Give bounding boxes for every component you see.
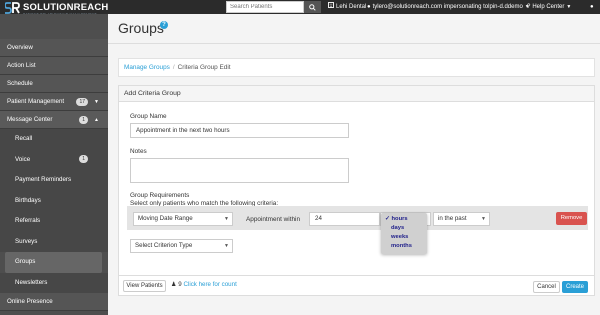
- office-name: Lehi Dental: [336, 4, 367, 10]
- unit-dropdown-menu: ✓ hours days weeks months: [381, 213, 427, 254]
- office-icon: [328, 0, 334, 14]
- sidebar-nav: Overview Action List Schedule Patient Ma…: [0, 39, 108, 311]
- help-icon[interactable]: ?: [160, 21, 168, 29]
- count-value: 9: [178, 281, 182, 288]
- view-patients-button[interactable]: View Patients: [123, 280, 166, 292]
- sidebar-item-patient-management[interactable]: Patient Management 17 ▼: [0, 93, 108, 111]
- group-name-field[interactable]: Appointment in the next two hours: [130, 123, 349, 138]
- sidebar-item-schedule[interactable]: Schedule: [0, 75, 108, 93]
- help-icon: ?: [527, 4, 531, 10]
- panel-title: Add Criteria Group: [119, 86, 594, 102]
- unit-option-months[interactable]: months: [385, 242, 423, 251]
- search-icon: [309, 3, 316, 11]
- remove-criterion-button[interactable]: Remove: [556, 212, 587, 225]
- user-email: tylero@solutionreach.com impersonating t…: [372, 4, 523, 10]
- patient-search-input[interactable]: [226, 1, 304, 13]
- count-badge: 1: [79, 154, 88, 163]
- sidebar-subitem-newsletters[interactable]: Newsletters: [0, 272, 108, 293]
- sidebar-item-action-list[interactable]: Action List: [0, 57, 108, 75]
- appointment-within-label: Appointment within: [246, 216, 300, 223]
- criterion-type-select[interactable]: Moving Date Range ▼: [133, 212, 233, 226]
- account-icon[interactable]: ●: [590, 0, 594, 14]
- chevron-down-icon: ▼: [481, 216, 486, 222]
- group-requirements-label: Group Requirements: [130, 192, 190, 199]
- chevron-down-icon: ▼: [224, 243, 229, 249]
- cancel-button[interactable]: Cancel: [533, 281, 560, 293]
- sidebar-subitem-surveys[interactable]: Surveys: [0, 231, 108, 252]
- header-divider: [108, 43, 600, 44]
- user-menu[interactable]: ● tylero@solutionreach.com impersonating …: [367, 0, 530, 14]
- unit-option-days[interactable]: days: [385, 224, 423, 233]
- sidebar-subitem-recall[interactable]: Recall: [0, 129, 108, 150]
- create-button[interactable]: Create: [562, 281, 588, 293]
- sidebar-item-online-presence[interactable]: Online Presence: [0, 293, 108, 311]
- help-center-menu[interactable]: ? Help Center ▼: [527, 0, 571, 14]
- chevron-down-icon: ▼: [94, 99, 99, 105]
- direction-select[interactable]: in the past ▼: [433, 212, 490, 226]
- chevron-down-icon: ▼: [224, 216, 229, 222]
- unit-option-hours[interactable]: ✓ hours: [385, 215, 423, 224]
- office-selector[interactable]: Lehi Dental: [328, 0, 366, 14]
- notes-textarea[interactable]: [130, 158, 349, 183]
- brand-name: SOLUTIONREACH: [23, 2, 109, 13]
- person-icon: ♟: [171, 281, 177, 288]
- count-badge: 17: [76, 98, 88, 106]
- breadcrumb-separator: /: [172, 64, 175, 71]
- checkmark-icon: ✓: [385, 216, 390, 222]
- sidebar-subitem-voice[interactable]: Voice 1: [0, 149, 108, 170]
- group-name-label: Group Name: [130, 113, 167, 120]
- amount-field[interactable]: 24: [309, 212, 380, 226]
- count-badge: 1: [79, 116, 88, 124]
- count-link[interactable]: Click here for count: [183, 281, 236, 288]
- notes-label: Notes: [130, 148, 147, 155]
- sidebar-item-overview[interactable]: Overview: [0, 39, 108, 57]
- sidebar-item-message-center[interactable]: Message Center 1 ▲: [0, 111, 108, 129]
- page-title: Groups: [118, 20, 164, 36]
- unit-option-weeks[interactable]: weeks: [385, 233, 423, 242]
- user-icon: ●: [367, 4, 371, 10]
- search-button[interactable]: [304, 1, 321, 13]
- footer-divider: [118, 275, 595, 276]
- chevron-up-icon: ▲: [94, 117, 99, 123]
- patient-count: ♟ 9 Click here for count: [171, 281, 237, 288]
- criteria-group-panel: Add Criteria Group: [118, 85, 595, 296]
- select-criterion-type[interactable]: Select Criterion Type ▼: [130, 239, 233, 253]
- chevron-down-icon: ▼: [566, 4, 572, 10]
- breadcrumb: Manage Groups / Criteria Group Edit: [118, 58, 595, 77]
- breadcrumb-current: Criteria Group Edit: [177, 64, 231, 71]
- breadcrumb-manage-groups[interactable]: Manage Groups: [124, 64, 170, 71]
- sidebar-subitem-birthdays[interactable]: Birthdays: [0, 190, 108, 211]
- sidebar-subitem-payment-reminders[interactable]: Payment Reminders: [0, 170, 108, 191]
- help-center-label: Help Center: [532, 4, 565, 10]
- sidebar-subitem-referrals[interactable]: Referrals: [0, 211, 108, 232]
- sidebar-subitem-groups[interactable]: Groups: [5, 252, 102, 273]
